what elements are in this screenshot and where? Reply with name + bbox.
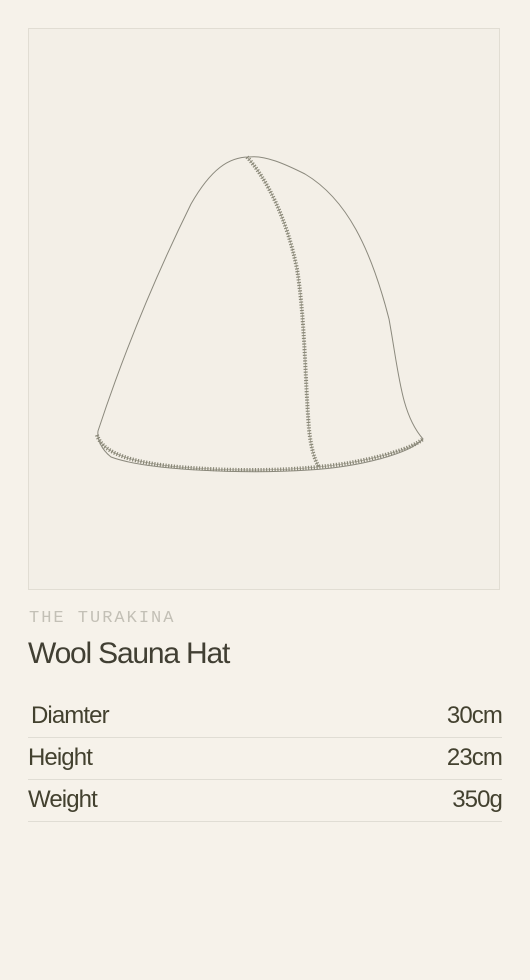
spec-row-height: Height 23cm bbox=[28, 738, 503, 780]
spec-label: Diamter bbox=[31, 702, 110, 729]
product-title: Wool Sauna Hat bbox=[28, 637, 230, 670]
product-collection-label: THE TURAKINA bbox=[29, 609, 176, 628]
spec-table: Diamter 30cm Height 23cm Weight 350g bbox=[28, 696, 503, 822]
spec-value: 30cm bbox=[446, 702, 503, 729]
sauna-hat-icon bbox=[95, 155, 425, 473]
spec-row-diameter: Diamter 30cm bbox=[28, 696, 503, 738]
spec-row-weight: Weight 350g bbox=[28, 780, 503, 822]
product-image bbox=[28, 28, 500, 590]
spec-label: Height bbox=[28, 744, 93, 771]
spec-value: 23cm bbox=[446, 744, 503, 771]
spec-label: Weight bbox=[28, 786, 98, 813]
spec-value: 350g bbox=[452, 786, 503, 813]
